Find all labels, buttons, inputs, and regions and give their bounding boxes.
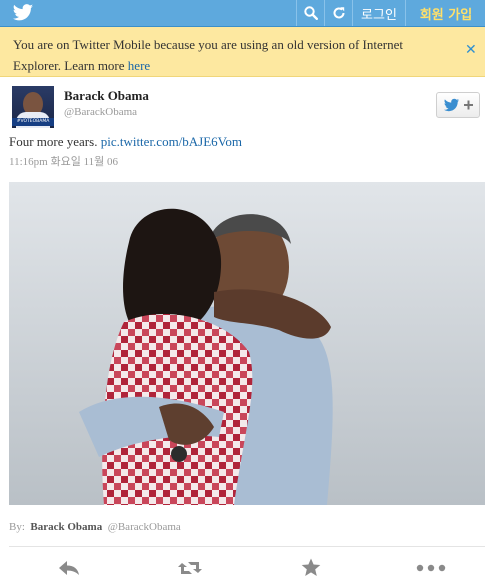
browser-notice: You are on Twitter Mobile because you ar…	[0, 27, 485, 77]
reply-icon	[59, 560, 79, 575]
byline-prefix: By:	[9, 521, 25, 533]
reply-button[interactable]	[52, 555, 86, 580]
tweet-timestamp[interactable]: 11:16pm 화요일 11월 06	[9, 153, 118, 169]
author-name[interactable]: Barack Obama	[64, 88, 149, 104]
search-button[interactable]	[296, 0, 325, 26]
divider	[9, 546, 485, 547]
favorite-icon	[301, 558, 321, 576]
tweet-media-link[interactable]: pic.twitter.com/bAJE6Vom	[101, 134, 242, 149]
favorite-button[interactable]	[294, 555, 328, 580]
top-bar: 로그인 회원 가입	[0, 0, 485, 27]
byline-handle[interactable]: @BarackObama	[108, 521, 181, 533]
notice-message: You are on Twitter Mobile because you ar…	[13, 34, 433, 76]
follow-button[interactable]	[436, 92, 480, 118]
retweet-button[interactable]	[173, 555, 207, 580]
tweet-photo[interactable]	[9, 182, 485, 505]
tweet-text: Four more years. pic.twitter.com/bAJE6Vo…	[9, 134, 242, 150]
tweet-photo-art	[9, 182, 485, 505]
avatar-badge: #VOTEOBAMA	[12, 118, 54, 126]
tweet-header: #VOTEOBAMA Barack Obama @BarackObama	[0, 78, 485, 132]
avatar[interactable]: #VOTEOBAMA	[12, 86, 54, 128]
signup-button[interactable]: 회원 가입	[405, 0, 485, 26]
refresh-icon	[333, 7, 345, 19]
search-icon	[304, 6, 318, 20]
follow-plus-icon	[444, 98, 473, 112]
login-button[interactable]: 로그인	[352, 0, 405, 26]
author-handle[interactable]: @BarackObama	[64, 106, 137, 118]
tweet-body: Four more years.	[9, 134, 98, 149]
more-icon	[416, 564, 446, 571]
close-icon[interactable]: ✕	[465, 42, 477, 58]
twitter-bird-icon[interactable]	[12, 3, 34, 23]
notice-learn-more-link[interactable]: here	[128, 58, 150, 73]
more-button[interactable]	[413, 555, 449, 580]
tweet-actions	[0, 555, 485, 580]
refresh-button[interactable]	[324, 0, 353, 26]
notice-text: You are on Twitter Mobile because you ar…	[13, 37, 403, 73]
byline-name[interactable]: Barack Obama	[30, 521, 102, 533]
tweet-byline: By: Barack Obama @BarackObama	[9, 521, 181, 533]
retweet-icon	[178, 561, 202, 574]
